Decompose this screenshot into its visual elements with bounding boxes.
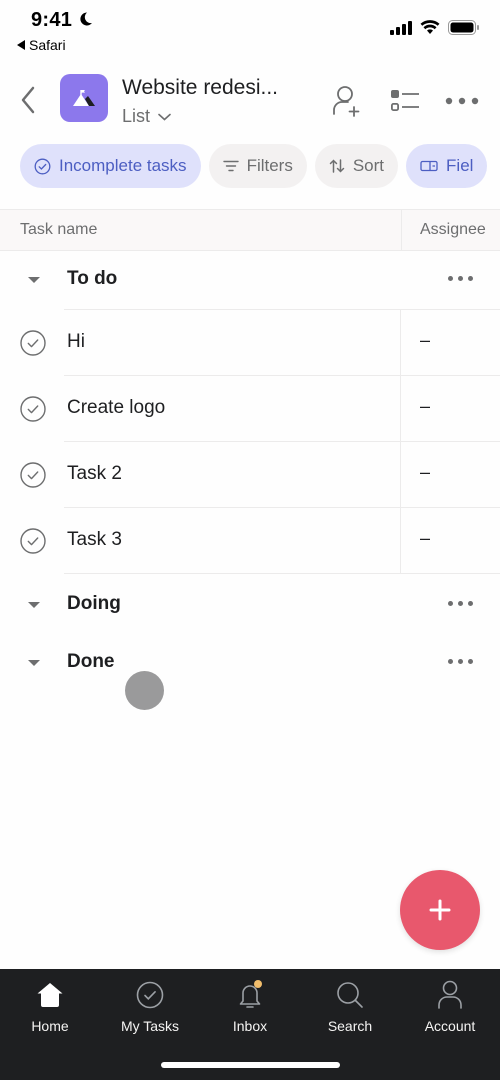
tab-my-tasks[interactable]: My Tasks	[100, 979, 200, 1034]
column-divider	[400, 310, 401, 376]
tab-label: Inbox	[232, 1018, 268, 1034]
section-more-icon[interactable]	[448, 659, 473, 664]
complete-task-checkbox-icon[interactable]	[20, 528, 46, 554]
chevron-down-icon	[158, 113, 171, 121]
complete-task-checkbox-icon[interactable]	[20, 330, 46, 356]
account-icon	[434, 979, 466, 1011]
section-more-icon[interactable]	[448, 601, 473, 606]
check-circle-icon	[34, 158, 51, 174]
back-to-safari-link[interactable]: Safari	[17, 37, 66, 53]
column-header-task-name[interactable]: Task name	[20, 221, 97, 239]
search-icon	[334, 979, 366, 1011]
table-header: Task name Assignee	[0, 209, 500, 251]
caret-down-icon[interactable]	[28, 602, 40, 608]
task-row[interactable]: Create logo –	[0, 376, 500, 442]
mountain-flag-icon	[73, 90, 95, 106]
caret-down-icon[interactable]	[28, 277, 40, 283]
back-triangle-icon	[17, 40, 25, 50]
chip-filters[interactable]: Filters	[208, 144, 307, 188]
column-divider	[400, 376, 401, 442]
tab-account[interactable]: Account	[400, 979, 500, 1034]
chip-label: Filters	[246, 156, 293, 175]
fields-icon	[420, 160, 438, 172]
status-bar: 9:41 Safari	[0, 0, 500, 58]
list-settings-icon	[391, 90, 419, 111]
person-add-icon	[333, 86, 360, 117]
tab-search[interactable]: Search	[300, 979, 400, 1034]
divider	[64, 573, 500, 574]
complete-task-checkbox-icon[interactable]	[20, 462, 46, 488]
wifi-icon	[420, 20, 440, 34]
column-divider	[400, 508, 401, 574]
column-header-assignee[interactable]: Assignee	[420, 221, 486, 239]
view-switcher[interactable]: List	[122, 106, 171, 127]
task-name[interactable]: Task 2	[67, 463, 122, 485]
add-task-fab[interactable]	[400, 870, 480, 950]
chip-label: Fiel	[446, 156, 474, 175]
filter-icon	[222, 160, 239, 172]
section-header-doing[interactable]: Doing	[0, 576, 500, 634]
tab-inbox[interactable]: Inbox	[200, 979, 300, 1034]
section-title: Doing	[67, 593, 121, 614]
bell-icon	[234, 979, 266, 1011]
status-time: 9:41	[31, 9, 73, 31]
view-label: List	[122, 106, 151, 126]
task-row[interactable]: Hi –	[0, 310, 500, 376]
moon-icon	[80, 12, 92, 26]
inbox-notification-badge	[254, 980, 262, 988]
chip-label: Incomplete tasks	[59, 156, 187, 175]
battery-icon	[448, 20, 479, 35]
task-name[interactable]: Create logo	[67, 397, 165, 419]
tab-label: Account	[424, 1018, 476, 1034]
back-app-label: Safari	[29, 37, 66, 53]
project-title: Website redesi...	[122, 76, 279, 99]
column-divider	[400, 442, 401, 508]
customize-button[interactable]	[388, 84, 422, 118]
tab-home[interactable]: Home	[0, 979, 100, 1034]
task-assignee[interactable]: –	[420, 330, 430, 351]
section-header-done[interactable]: Done	[0, 634, 500, 692]
signal-icon	[390, 20, 412, 35]
task-assignee[interactable]: –	[420, 528, 430, 549]
task-row[interactable]: Task 3 –	[0, 508, 500, 574]
more-horizontal-icon	[445, 97, 479, 105]
home-icon	[34, 979, 66, 1011]
section-title: To do	[67, 268, 118, 289]
tab-label: My Tasks	[120, 1018, 180, 1034]
project-header: Website redesi... List	[0, 70, 500, 130]
more-options-button[interactable]	[445, 84, 479, 118]
chip-incomplete-tasks[interactable]: Incomplete tasks	[20, 144, 201, 188]
tab-label: Search	[327, 1018, 373, 1034]
column-divider	[401, 210, 402, 251]
project-icon[interactable]	[60, 74, 108, 122]
check-circle-icon	[134, 979, 166, 1011]
task-assignee[interactable]: –	[420, 396, 430, 417]
filter-chips: Incomplete tasks Filters Sort Fiel	[20, 144, 488, 188]
section-title: Done	[67, 651, 115, 672]
section-header-to-do[interactable]: To do	[0, 251, 500, 309]
chip-fields[interactable]: Fiel	[406, 144, 488, 188]
task-assignee[interactable]: –	[420, 462, 430, 483]
sort-icon	[329, 159, 345, 173]
task-name[interactable]: Task 3	[67, 529, 122, 551]
section-more-icon[interactable]	[448, 276, 473, 281]
status-indicators	[390, 20, 480, 35]
plus-icon	[429, 899, 451, 921]
chevron-left-icon	[21, 86, 35, 114]
back-button[interactable]	[14, 82, 42, 118]
add-member-button[interactable]	[330, 84, 364, 118]
caret-down-icon[interactable]	[28, 660, 40, 666]
home-indicator[interactable]	[161, 1062, 340, 1068]
tab-label: Home	[31, 1018, 69, 1034]
task-row[interactable]: Task 2 –	[0, 442, 500, 508]
touch-indicator	[125, 671, 164, 710]
complete-task-checkbox-icon[interactable]	[20, 396, 46, 422]
chip-label: Sort	[352, 156, 385, 175]
task-name[interactable]: Hi	[67, 331, 85, 353]
chip-sort[interactable]: Sort	[314, 144, 399, 188]
